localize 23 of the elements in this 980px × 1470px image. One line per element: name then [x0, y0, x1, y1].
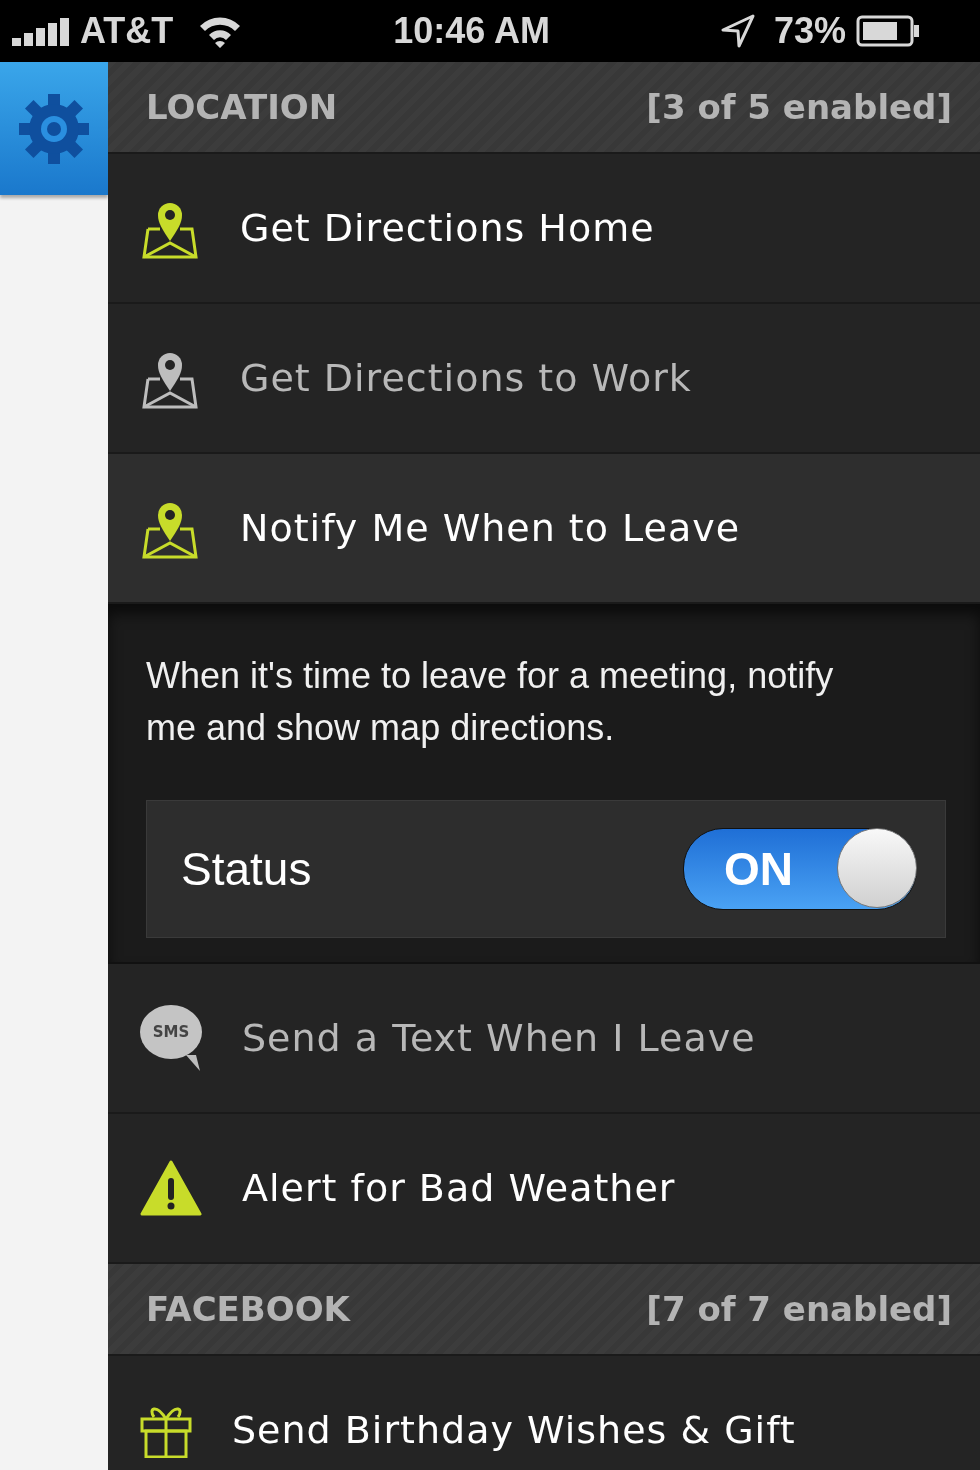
section-title: LOCATION [146, 87, 338, 127]
clock-time: 10:46 AM [393, 10, 551, 52]
carrier-name: AT&T [80, 10, 174, 52]
feature-label: Send Birthday Wishes & Gift [232, 1408, 796, 1452]
status-toggle[interactable]: ON [683, 828, 917, 910]
settings-icon [17, 91, 91, 166]
battery-icon [856, 15, 921, 47]
enabled-count: [7 of 7 enabled] [646, 1289, 952, 1329]
feature-label: Get Directions Home [240, 206, 655, 250]
section-title: FACEBOOK [146, 1289, 350, 1329]
feature-row[interactable]: Notify Me When to Leave [108, 454, 980, 604]
feature-description: When it's time to leave for a meeting, notify me and show map directions. [146, 654, 835, 750]
feature-label: Alert for Bad Weather [242, 1166, 676, 1210]
location-arrow-icon [720, 13, 757, 49]
feature-label: Get Directions to Work [240, 356, 692, 400]
warning-icon [140, 1160, 202, 1216]
feature-label: Send a Text When I Leave [242, 1016, 756, 1060]
battery-percent: 73% [774, 10, 847, 52]
enabled-count: [3 of 5 enabled] [646, 87, 952, 127]
status-label: Status [181, 842, 312, 896]
feature-label: Notify Me When to Leave [240, 506, 741, 550]
settings-tab[interactable] [0, 62, 108, 195]
signal-icon [12, 16, 70, 46]
